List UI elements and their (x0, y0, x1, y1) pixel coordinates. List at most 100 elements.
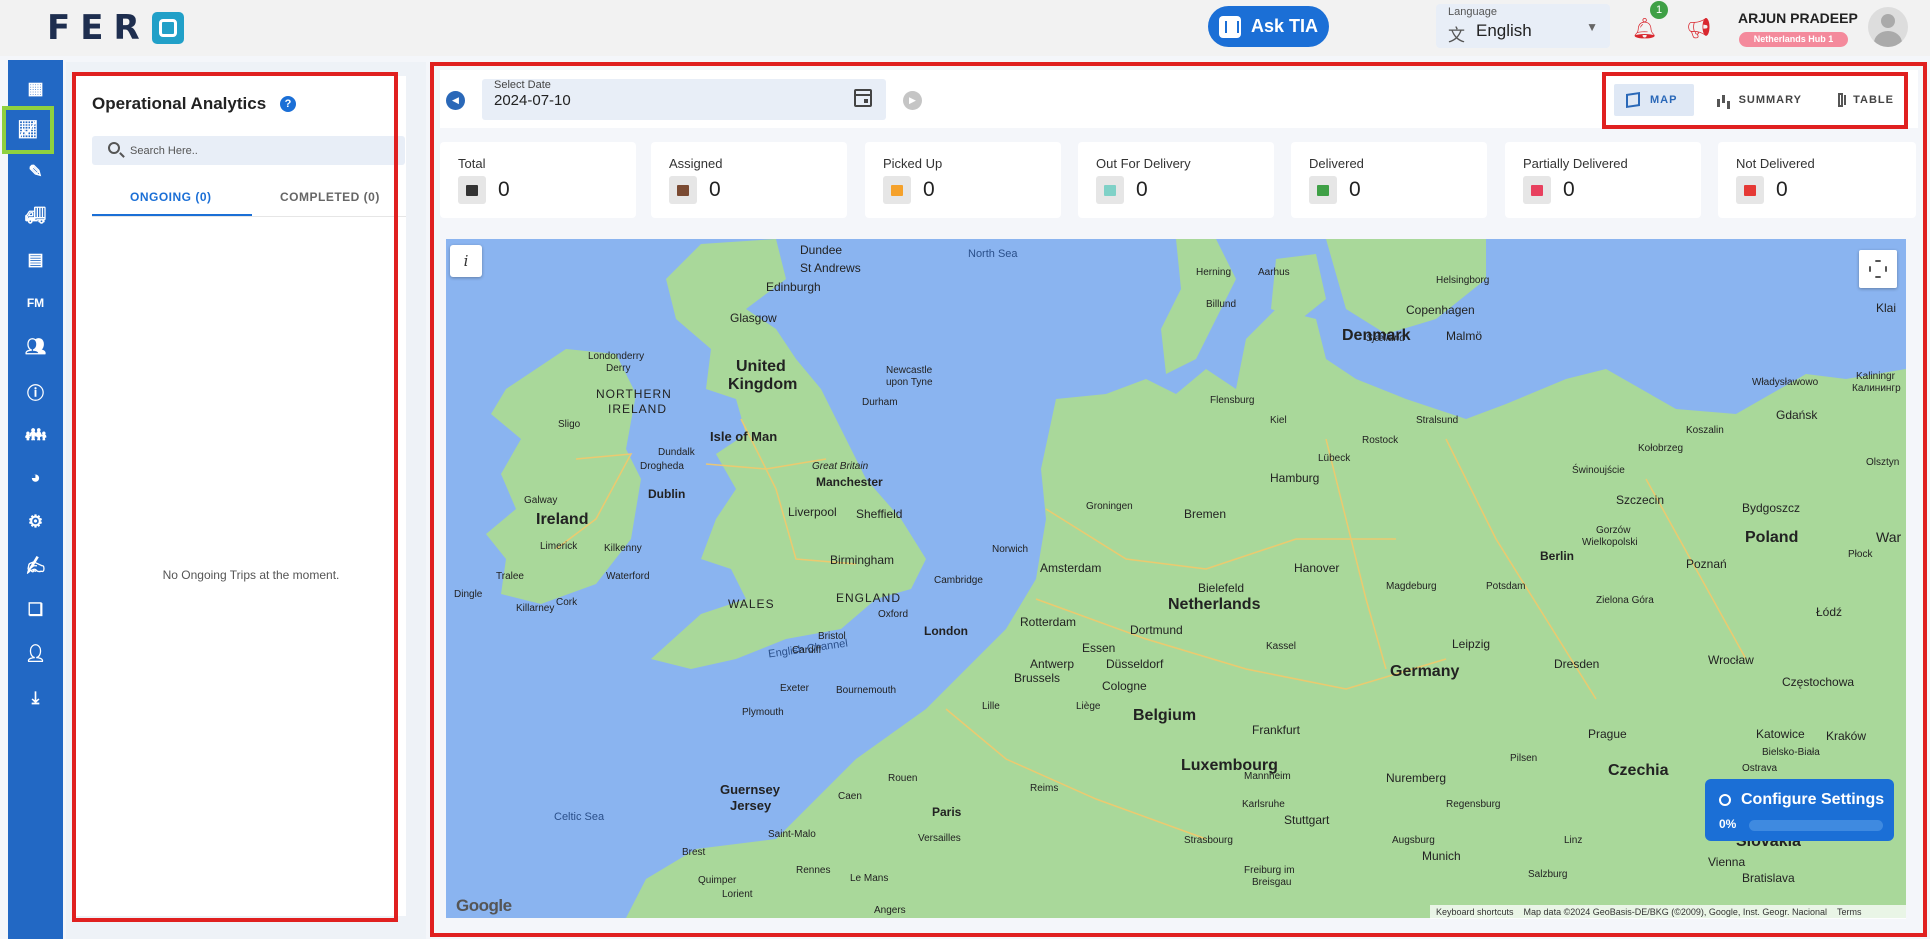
nav-team[interactable]: 👪︎ (8, 415, 63, 455)
nav-download[interactable]: ⤓ (8, 678, 63, 718)
previous-date-button[interactable]: ◀ (446, 91, 465, 110)
tab-ongoing[interactable]: ONGOING (0) (130, 190, 212, 204)
nav-settings[interactable]: ⚙ (8, 502, 63, 542)
nav-palette[interactable]: ◕ (8, 458, 63, 498)
nav-documents[interactable]: ❏ (8, 590, 63, 630)
map-label: London (924, 624, 968, 638)
logo-text: FER (47, 8, 150, 48)
map-label: Dublin (648, 487, 686, 501)
map-label: Kołobrzeg (1638, 443, 1684, 454)
map-label: Szczecin (1616, 493, 1665, 507)
box-icon (458, 176, 486, 204)
terms-link[interactable]: Terms (1837, 907, 1862, 917)
nav-inventory[interactable]: ▤ (8, 240, 63, 280)
map-label: Cologne (1102, 679, 1147, 693)
map-label: Durham (862, 397, 898, 408)
panel-title: Operational Analytics (92, 94, 267, 113)
map-label: Glasgow (730, 311, 777, 325)
ask-tia-button[interactable]: Ask TIA (1208, 6, 1329, 47)
bell-icon[interactable]: 🔔︎ (1632, 16, 1657, 40)
map-label: Stralsund (1416, 415, 1459, 426)
stat-card-total[interactable]: Total 0 (440, 142, 636, 218)
map-label: Sheffield (856, 507, 903, 521)
keyboard-shortcuts-link[interactable]: Keyboard shortcuts (1436, 907, 1514, 917)
map-label: Strasbourg (1184, 835, 1233, 846)
nav-admin[interactable]: 👤︎ (8, 634, 63, 674)
nav-trucks[interactable]: 🚚︎ (8, 196, 63, 236)
map-label: Koszalin (1686, 425, 1724, 436)
map-label: Flensburg (1210, 395, 1255, 406)
calendar-icon[interactable] (854, 89, 872, 107)
nav-dashboard[interactable]: ▦ (8, 69, 63, 109)
stat-card-assigned[interactable]: Assigned 0 (651, 142, 847, 218)
view-table-button[interactable]: TABLE (1826, 84, 1906, 116)
map-label: Klai (1876, 301, 1897, 315)
map-label: Mannheim (1244, 771, 1291, 782)
map-label: Dresden (1554, 657, 1600, 671)
megaphone-icon[interactable]: 📢︎ (1686, 16, 1711, 41)
info-icon: ⓘ (27, 383, 44, 403)
help-icon[interactable]: ? (280, 96, 296, 112)
stat-card-partially-delivered[interactable]: Partially Delivered 0 (1505, 142, 1701, 218)
map-label: Groningen (1086, 501, 1133, 512)
map-label: Karlsruhe (1242, 799, 1285, 810)
nav-users[interactable]: 👥︎ (8, 327, 63, 367)
map-label: Germany (1390, 663, 1460, 680)
map-label: Düsseldorf (1106, 657, 1164, 671)
tab-completed[interactable]: COMPLETED (0) (280, 190, 380, 204)
nav-fm[interactable]: FM (8, 283, 63, 323)
stat-card-delivered[interactable]: Delivered 0 (1291, 142, 1487, 218)
stat-label: Out For Delivery (1096, 156, 1191, 171)
map-label: Netherlands (1168, 596, 1261, 613)
box-icon (1523, 176, 1551, 204)
stat-label: Partially Delivered (1523, 156, 1628, 171)
map-label: Katowice (1756, 727, 1805, 741)
map-view[interactable]: North Sea English Channel Celtic Sea Uni… (446, 239, 1906, 918)
date-picker[interactable]: Select Date 2024-07-10 (482, 79, 886, 120)
stat-value: 0 (498, 178, 510, 201)
fullscreen-icon[interactable] (1859, 250, 1897, 288)
nav-edit[interactable]: ✍ (8, 546, 63, 586)
stat-card-picked-up[interactable]: Picked Up 0 (865, 142, 1061, 218)
map-label: Cardiff (792, 645, 822, 656)
map-label: Herning (1196, 267, 1232, 278)
language-label: Language (1448, 6, 1497, 18)
nav-analytics[interactable]: 📈︎ (2, 106, 54, 154)
download-icon: ⤓ (31, 688, 40, 707)
nav-info[interactable]: ⓘ (8, 371, 63, 411)
stat-card-out-for-delivery[interactable]: Out For Delivery 0 (1078, 142, 1274, 218)
search-input[interactable] (92, 136, 405, 165)
map-info-button[interactable]: i (450, 245, 482, 277)
map-label: Ostrava (1742, 763, 1778, 774)
map-label: Regensburg (1446, 799, 1501, 810)
search-icon (108, 142, 120, 154)
map-label: Paris (932, 805, 962, 819)
map-label: Bratislava (1742, 871, 1795, 885)
stat-card-not-delivered[interactable]: Not Delivered 0 (1718, 142, 1916, 218)
map-label: Waterford (606, 571, 650, 582)
language-select[interactable]: Language 文 English ▼ (1436, 4, 1610, 48)
nav-planner[interactable]: ✎ (8, 152, 63, 192)
avatar[interactable] (1868, 7, 1908, 47)
google-logo: Google (456, 896, 512, 915)
map-label: Angers (874, 905, 906, 916)
stat-label: Not Delivered (1736, 156, 1815, 171)
configure-settings-widget[interactable]: Configure Settings 0% (1705, 779, 1894, 841)
view-map-button[interactable]: MAP (1614, 84, 1694, 116)
map-label: Munich (1422, 849, 1461, 863)
map-icon (1626, 92, 1640, 108)
map-label: upon Tyne (886, 377, 933, 388)
map-label: Wielkopolski (1582, 537, 1638, 548)
map-label: Derry (606, 363, 631, 374)
stat-value: 0 (1136, 178, 1148, 201)
users-icon: 👥︎ (24, 337, 47, 356)
view-map-label: MAP (1650, 94, 1678, 106)
map-label: Kraków (1826, 729, 1867, 743)
map-label: Newcastle (886, 365, 933, 376)
map-label: Kilkenny (604, 543, 642, 554)
top-bar: FER Ask TIA Language 文 English ▼ 🔔︎ 1 📢︎… (0, 0, 1930, 56)
view-summary-button[interactable]: SUMMARY (1704, 84, 1814, 116)
map-label: Essen (1082, 641, 1116, 655)
next-date-button[interactable]: ▶ (903, 91, 922, 110)
fero-logo[interactable]: FER (47, 8, 184, 48)
